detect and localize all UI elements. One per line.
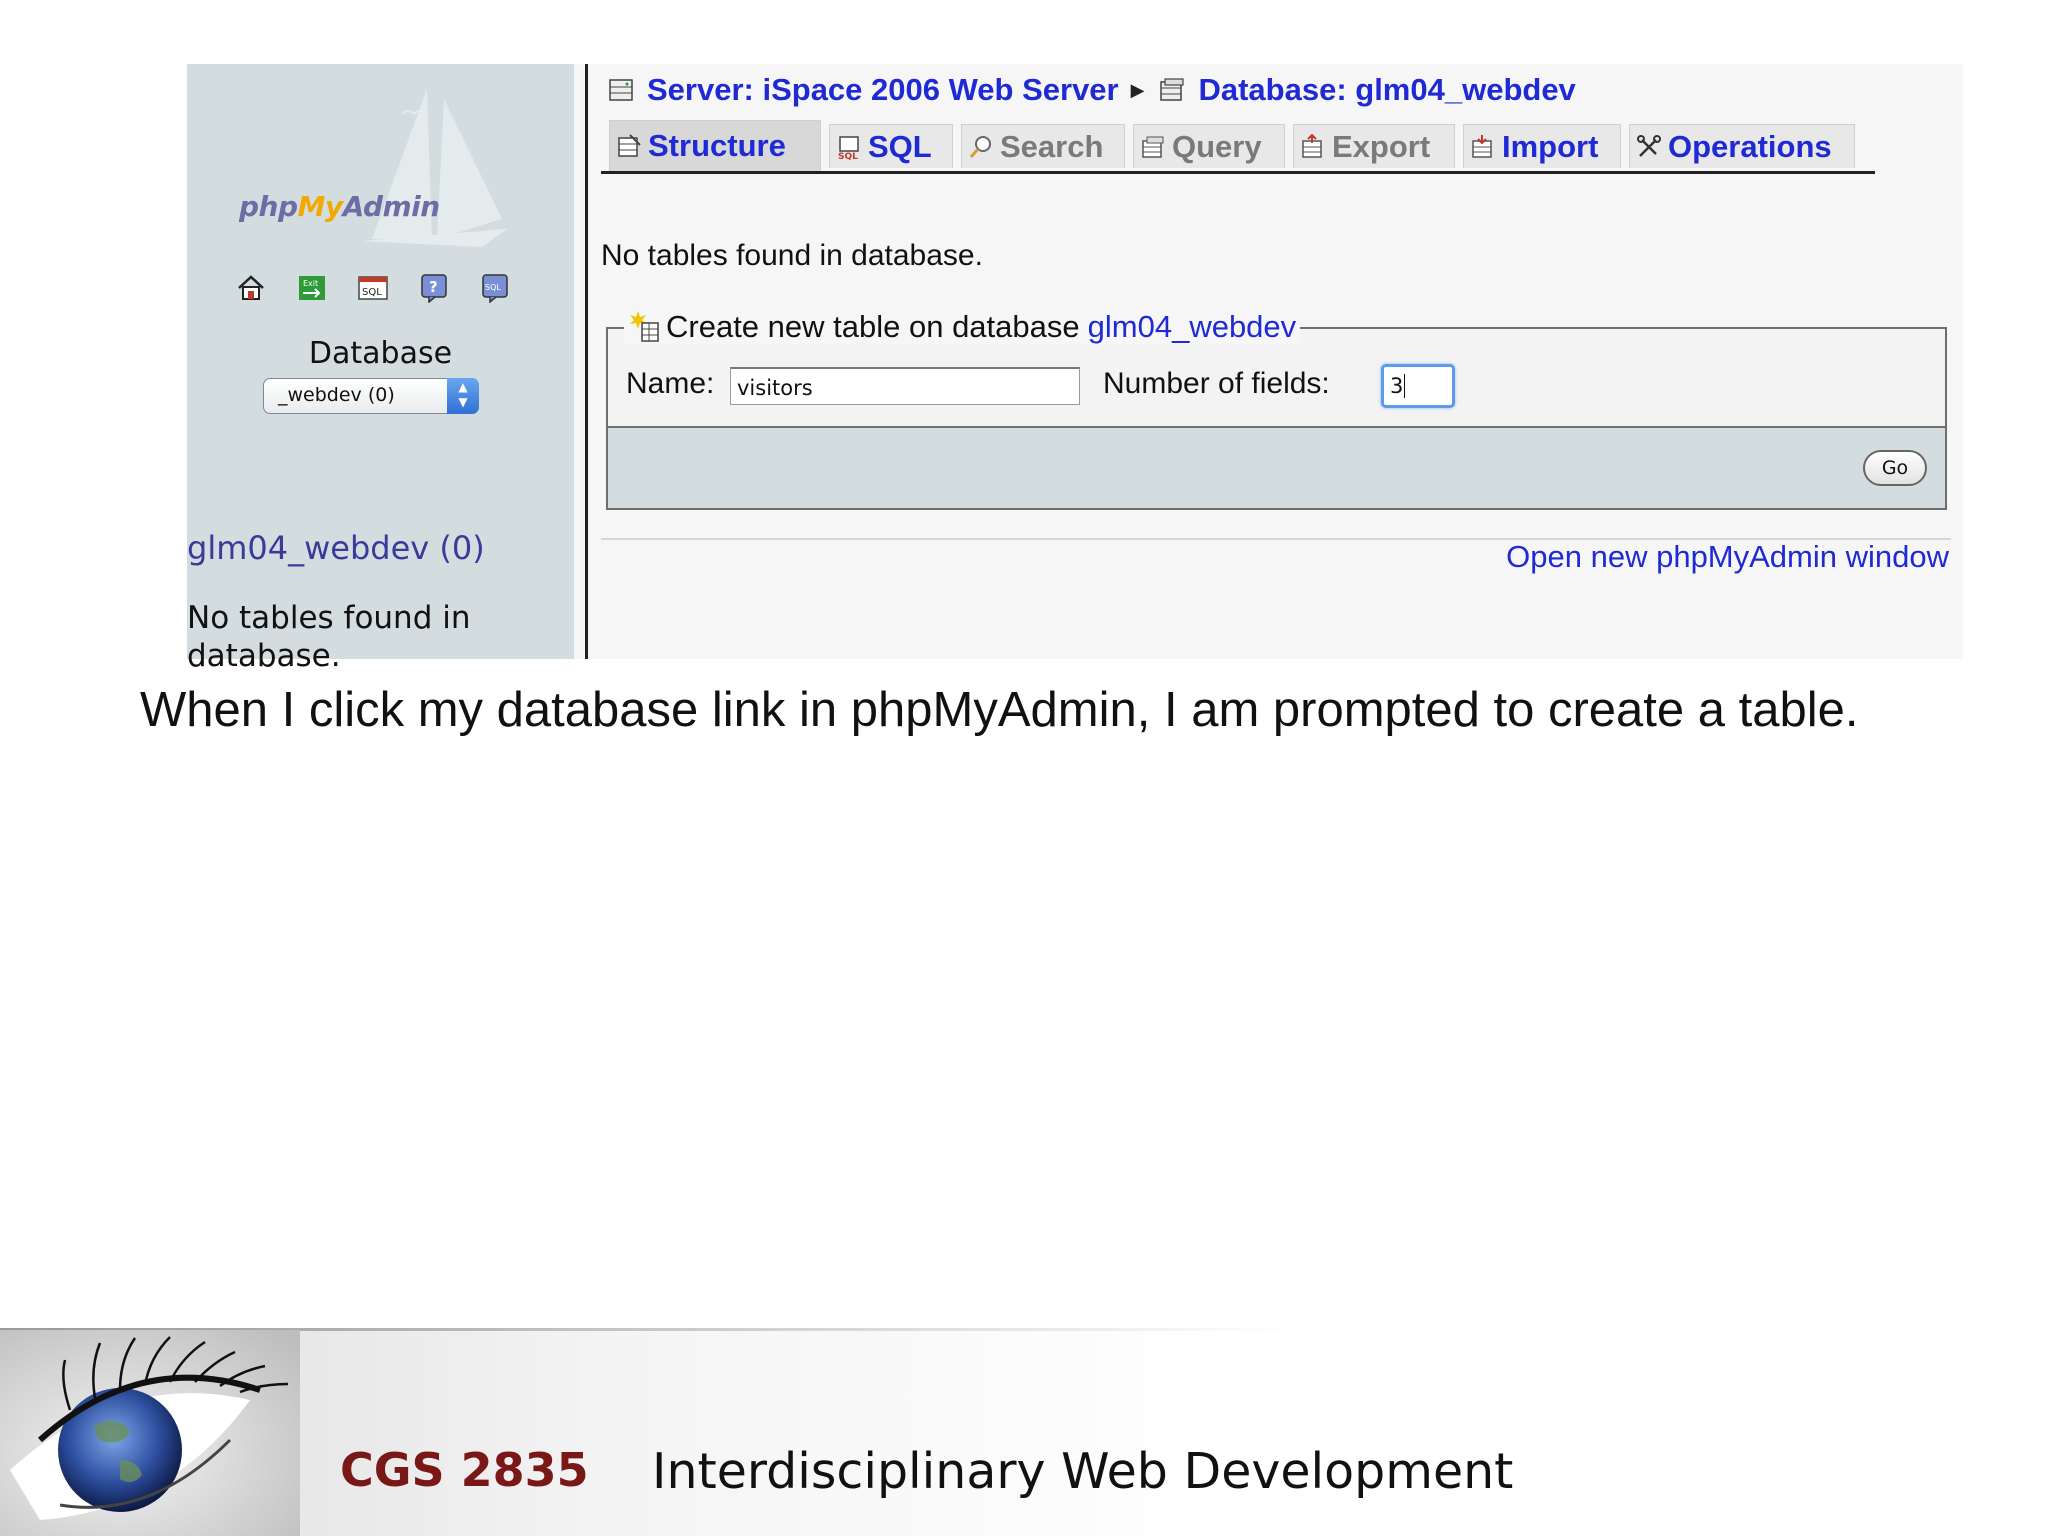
sql-icon: SQL [836, 132, 866, 162]
tab-import[interactable]: Import [1463, 124, 1621, 168]
breadcrumb-server-link[interactable]: Server: iSpace 2006 Web Server [647, 72, 1119, 108]
exit-icon[interactable]: Exit [296, 272, 328, 304]
create-table-legend-text: Create new table on database [666, 309, 1080, 344]
create-table-legend: Create new table on database glm04_webde… [624, 309, 1301, 345]
export-icon [1300, 132, 1330, 162]
database-select-value: _webdev (0) [278, 384, 395, 406]
tab-sql[interactable]: SQL SQL [829, 124, 953, 168]
create-table-form: Name: visitors Number of fields: 3 Go Cr… [606, 309, 1947, 510]
table-name-input[interactable]: visitors [730, 367, 1080, 405]
open-new-window-link[interactable]: Open new phpMyAdmin window [1506, 539, 1949, 575]
tab-structure[interactable]: Structure [609, 120, 821, 171]
svg-text:SQL: SQL [838, 152, 858, 160]
select-arrows-icon: ▲ ▼ [447, 378, 479, 414]
breadcrumb-database-link[interactable]: Database: glm04_webdev [1198, 72, 1575, 108]
new-table-icon [630, 311, 659, 342]
sql-docs-icon[interactable]: SQL [479, 272, 511, 304]
tab-search[interactable]: Search [961, 124, 1125, 168]
search-icon [968, 132, 998, 162]
sidebar-icon-bar: Exit SQL ? SQL [235, 272, 511, 304]
query-icon [1140, 132, 1170, 162]
go-button[interactable]: Go [1863, 450, 1927, 486]
operations-icon [1636, 132, 1666, 162]
create-table-database-link[interactable]: glm04_webdev [1088, 309, 1297, 345]
sidebar: phpMyAdmin Exit SQL ? SQL Database _webd… [187, 64, 574, 674]
phpmyadmin-screenshot: phpMyAdmin Exit SQL ? SQL Database _webd… [187, 64, 1963, 674]
sidebar-no-tables-message: No tables found in database. [187, 600, 471, 674]
course-name: Interdisciplinary Web Development [652, 1443, 1514, 1500]
sql-query-icon[interactable]: SQL [357, 272, 389, 304]
tab-bar: Structure SQL SQL Search Query Export Im… [601, 120, 1875, 174]
number-of-fields-label: Number of fields: [1103, 367, 1330, 400]
database-link[interactable]: glm04_webdev (0) [187, 529, 485, 567]
tab-export[interactable]: Export [1293, 124, 1455, 168]
svg-text:SQL: SQL [485, 283, 501, 292]
svg-text:Exit: Exit [303, 279, 318, 288]
home-icon[interactable] [235, 272, 267, 304]
tab-query[interactable]: Query [1133, 124, 1285, 168]
slide-caption: When I click my database link in phpMyAd… [140, 683, 1859, 737]
course-code: CGS 2835 [340, 1443, 589, 1497]
database-label: Database [308, 336, 453, 371]
server-icon [607, 75, 637, 105]
footer-band [0, 1328, 2048, 1536]
import-icon [1470, 132, 1500, 162]
breadcrumb: Server: iSpace 2006 Web Server ▶ Databas… [607, 68, 1576, 112]
svg-text:SQL: SQL [362, 287, 382, 298]
database-icon [1158, 75, 1188, 105]
number-of-fields-input[interactable]: 3 [1381, 364, 1455, 408]
database-select[interactable]: _webdev (0) ▲ ▼ [263, 378, 479, 414]
no-tables-message: No tables found in database. [601, 239, 983, 272]
svg-text:?: ? [429, 278, 438, 296]
text-cursor [1404, 374, 1406, 398]
phpmyadmin-logo[interactable]: phpMyAdmin [239, 190, 440, 223]
breadcrumb-arrow-icon: ▶ [1130, 79, 1145, 100]
frame-divider[interactable] [585, 64, 588, 659]
structure-icon [616, 131, 646, 161]
table-name-label: Name: [626, 367, 715, 400]
create-table-actions-row: Go [608, 428, 1945, 508]
tab-operations[interactable]: Operations [1629, 124, 1855, 168]
eye-globe-icon [0, 1330, 300, 1536]
help-icon[interactable]: ? [418, 272, 450, 304]
